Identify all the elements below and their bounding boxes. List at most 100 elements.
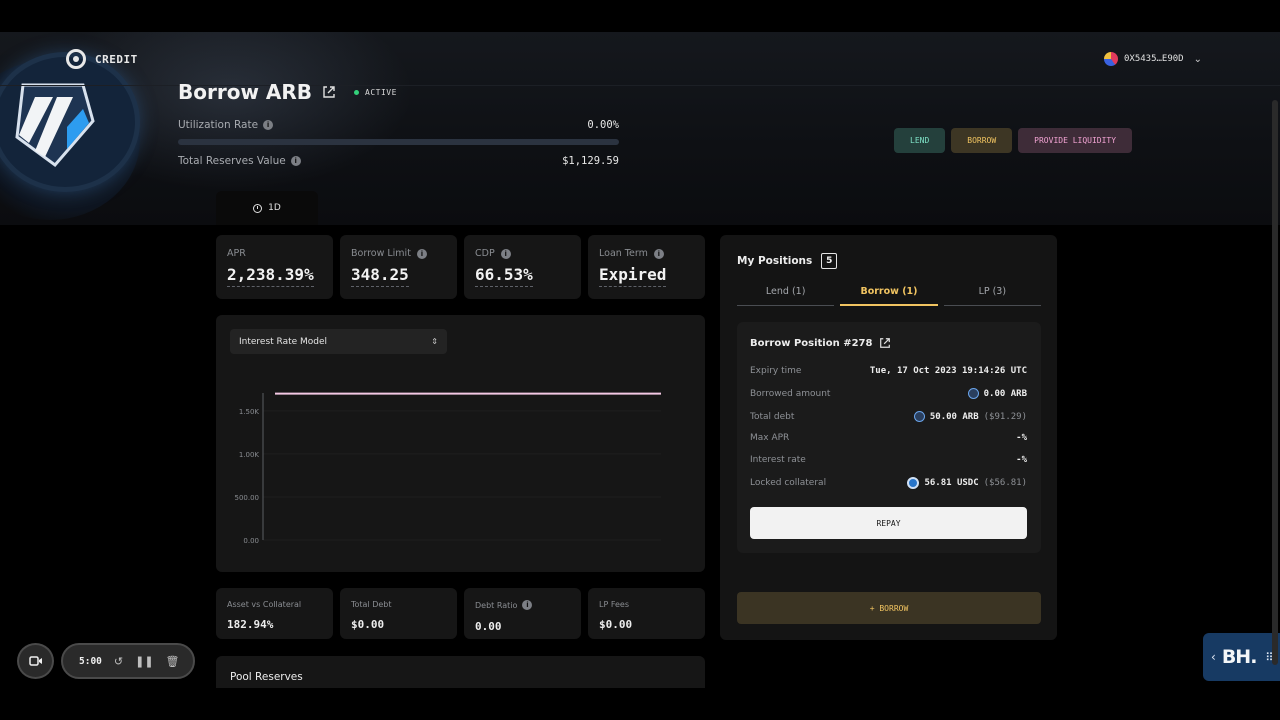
tab-lend[interactable]: Lend (1) <box>737 284 835 306</box>
borrow-limit-label-text: Borrow Limit <box>351 248 411 259</box>
debt-ratio-value: 0.00 <box>475 620 502 633</box>
reserves-label-text: Total Reserves Value <box>178 155 286 167</box>
clock-icon <box>253 203 263 213</box>
expiry-value: Tue, 17 Oct 2023 19:14:26 UTC <box>869 366 1027 376</box>
repay-button[interactable]: REPAY <box>750 507 1027 539</box>
loan-term-label: Loan Term i <box>599 248 664 259</box>
status-dot-icon <box>354 89 360 95</box>
recorder-time: 5:00 <box>79 655 102 667</box>
trash-icon[interactable]: 🗑 <box>166 655 180 668</box>
restart-icon[interactable]: ↺ <box>114 655 123 668</box>
stat-card-debt-ratio: Debt Ratio i 0.00 <box>464 588 581 639</box>
asset-vs-collateral-value: 182.94% <box>227 618 274 631</box>
apr-label-text: APR <box>227 248 246 259</box>
page-title: Borrow ARB <box>178 80 313 104</box>
side-widget[interactable]: ‹ BH. ⠿ <box>1203 633 1280 681</box>
info-icon[interactable]: i <box>263 120 274 130</box>
info-icon[interactable]: i <box>522 600 533 610</box>
usdc-coin-icon <box>907 477 920 489</box>
wallet-button[interactable]: 0X5435…E90D ⌄ <box>1104 52 1202 66</box>
wallet-avatar <box>1104 52 1118 66</box>
collateral-row: Locked collateral 56.81 USDC ($56.81) <box>750 477 1027 489</box>
position-total-debt-value: 50.00 ARB <box>929 411 979 422</box>
lp-fees-value: $0.00 <box>599 618 633 631</box>
interest-rate-value: -% <box>1016 455 1027 465</box>
select-arrows-icon: ⇕ <box>431 337 438 346</box>
info-icon[interactable]: i <box>653 248 664 259</box>
chevron-down-icon: ⌄ <box>1193 53 1202 65</box>
expiry-key: Expiry time <box>750 366 802 376</box>
reserves-value: $1,129.59 <box>562 155 619 167</box>
total-debt-key: Total debt <box>750 411 795 422</box>
tab-borrow[interactable]: Borrow (1) <box>840 284 938 306</box>
utilization-label: Utilization Rate i <box>178 119 274 131</box>
chart-model-select[interactable]: Interest Rate Model ⇕ <box>230 329 447 354</box>
add-borrow-button[interactable]: + BORROW <box>737 592 1041 624</box>
provide-liquidity-button[interactable]: PROVIDE LIQUIDITY <box>1018 128 1133 153</box>
recorder-bar: 5:00 ↺ ❚❚ 🗑 <box>61 643 195 679</box>
arb-coin-icon <box>967 388 979 399</box>
expiry-row: Expiry time Tue, 17 Oct 2023 19:14:26 UT… <box>750 366 1027 376</box>
borrowed-value-group: 0.00 ARB <box>967 388 1027 399</box>
chart-y-tick-label: 1.50K <box>239 408 260 416</box>
side-widget-logo: BH. <box>1221 646 1258 668</box>
collateral-value-group: 56.81 USDC ($56.81) <box>907 477 1027 489</box>
total-debt-label-text: Total Debt <box>351 600 392 609</box>
chart-y-tick-label: 0.00 <box>243 537 259 545</box>
reserves-label: Total Reserves Value i <box>178 155 301 167</box>
positions-count-badge: 5 <box>821 253 838 269</box>
utilization-bar <box>178 139 619 145</box>
utilization-label-text: Utilization Rate <box>178 119 259 131</box>
tab-lp[interactable]: LP (3) <box>943 284 1041 306</box>
info-icon[interactable]: i <box>290 156 301 166</box>
borrow-position-title-text: Borrow Position #278 <box>750 337 873 349</box>
debt-ratio-label: Debt Ratio i <box>475 600 533 610</box>
borrow-position-title: Borrow Position #278 <box>750 337 891 349</box>
total-debt-label: Total Debt <box>351 600 392 609</box>
cdp-label: CDP i <box>475 248 511 259</box>
pool-reserves-title: Pool Reserves <box>230 671 303 683</box>
stat-card-borrow-limit: Borrow Limit i 348.25 <box>340 235 457 299</box>
lend-button[interactable]: LEND <box>894 128 946 153</box>
lp-fees-label-text: LP Fees <box>599 600 629 609</box>
wallet-address: 0X5435…E90D <box>1124 54 1184 64</box>
utilization-value: 0.00% <box>587 119 619 131</box>
collateral-value: 56.81 USDC <box>924 478 979 488</box>
chevron-left-icon[interactable]: ‹ <box>1211 650 1216 664</box>
stat-card-cdp: CDP i 66.53% <box>464 235 581 299</box>
borrow-limit-label: Borrow Limit i <box>351 248 427 259</box>
title-row: Borrow ARB ACTIVE <box>178 80 397 104</box>
external-link-icon[interactable] <box>879 337 891 349</box>
loan-term-value: Expired <box>599 265 667 287</box>
pause-icon[interactable]: ❚❚ <box>135 655 153 668</box>
debt-ratio-label-text: Debt Ratio <box>475 600 518 610</box>
apr-label: APR <box>227 248 246 259</box>
asset-vs-collateral-label: Asset vs Collateral <box>227 600 301 609</box>
collateral-usd: ($56.81) <box>983 478 1027 488</box>
max-apr-value: -% <box>1016 433 1027 443</box>
stat-card-loan-term: Loan Term i Expired <box>588 235 705 299</box>
tab-1d-label: 1D <box>268 203 281 213</box>
asset-vs-collateral-label-text: Asset vs Collateral <box>227 600 302 609</box>
total-debt-value: $0.00 <box>351 618 385 631</box>
action-buttons: LEND BORROW PROVIDE LIQUIDITY <box>894 128 1133 153</box>
cdp-label-text: CDP <box>475 248 495 259</box>
brand[interactable]: CREDIT <box>66 49 138 69</box>
borrowed-row: Borrowed amount 0.00 ARB <box>750 388 1027 399</box>
credit-logo-icon <box>66 49 86 69</box>
borrow-position-card: Borrow Position #278 Expiry time Tue, 17… <box>737 322 1041 553</box>
page-scrollbar[interactable] <box>1272 100 1278 665</box>
info-icon[interactable]: i <box>500 248 511 259</box>
camera-button[interactable] <box>17 643 54 679</box>
borrow-button[interactable]: BORROW <box>951 128 1013 153</box>
apr-value: 2,238.39% <box>227 265 314 287</box>
pool-reserves-card: Pool Reserves <box>216 656 705 688</box>
max-apr-key: Max APR <box>750 433 790 443</box>
lp-fees-label: LP Fees <box>599 600 629 609</box>
interest-rate-chart-card: 0.00 500.00 1.00K 1.50K Interest Rate Model… <box>216 315 705 572</box>
info-icon[interactable]: i <box>416 248 427 259</box>
external-link-icon[interactable] <box>322 85 336 99</box>
tab-1d[interactable]: 1D <box>216 191 318 225</box>
status-text: ACTIVE <box>365 87 397 97</box>
collateral-key: Locked collateral <box>750 478 827 488</box>
